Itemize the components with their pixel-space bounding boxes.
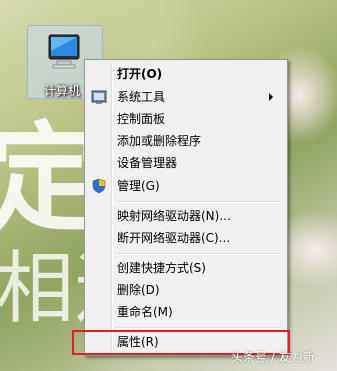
menu-item-create-shortcut[interactable]: 创建快捷方式(S)	[87, 257, 285, 279]
menu-item-delete[interactable]: 删除(D)	[87, 279, 285, 301]
menu-item-device-manager[interactable]: 设备管理器	[87, 152, 285, 174]
desktop[interactable]: 定 相遇 计算机 打开(O) 系统工具 控制面板 添加或删除程序 设备管理器 管…	[0, 0, 337, 371]
menu-item-label: 断开网络驱动器(C)...	[117, 231, 231, 245]
menu-item-rename[interactable]: 重命名(M)	[87, 301, 285, 323]
menu-item-label: 打开(O)	[117, 67, 163, 81]
submenu-arrow-icon	[269, 93, 273, 101]
menu-item-system-tools[interactable]: 系统工具	[87, 86, 285, 108]
menu-separator	[115, 327, 282, 329]
menu-item-label: 映射网络驱动器(N)...	[117, 209, 231, 223]
menu-item-label: 添加或删除程序	[117, 134, 202, 148]
menu-item-map-network-drive[interactable]: 映射网络驱动器(N)...	[87, 205, 285, 227]
computer-icon	[48, 34, 80, 69]
menu-item-label: 控制面板	[117, 112, 166, 126]
desktop-icon-label: 计算机	[44, 84, 81, 98]
menu-separator	[115, 253, 282, 255]
menu-separator	[115, 201, 282, 203]
menu-item-add-remove-programs[interactable]: 添加或删除程序	[87, 130, 285, 152]
menu-item-label: 系统工具	[117, 90, 166, 104]
menu-item-label: 删除(D)	[117, 283, 160, 297]
menu-item-label: 设备管理器	[117, 156, 178, 170]
uac-shield-icon	[92, 178, 106, 194]
menu-item-manage[interactable]: 管理(G)	[87, 175, 285, 197]
system-tools-icon	[91, 90, 107, 104]
context-menu: 打开(O) 系统工具 控制面板 添加或删除程序 设备管理器 管理(G) 映射网络…	[84, 59, 288, 356]
menu-item-label: 重命名(M)	[117, 305, 173, 319]
menu-item-open[interactable]: 打开(O)	[87, 63, 285, 85]
menu-item-label: 创建快捷方式(S)	[117, 261, 206, 275]
menu-item-label: 管理(G)	[117, 179, 160, 193]
menu-item-control-panel[interactable]: 控制面板	[87, 108, 285, 130]
menu-item-disconnect-network-drive[interactable]: 断开网络驱动器(C)...	[87, 227, 285, 249]
watermark: 头条号 / 友为新	[231, 350, 315, 364]
